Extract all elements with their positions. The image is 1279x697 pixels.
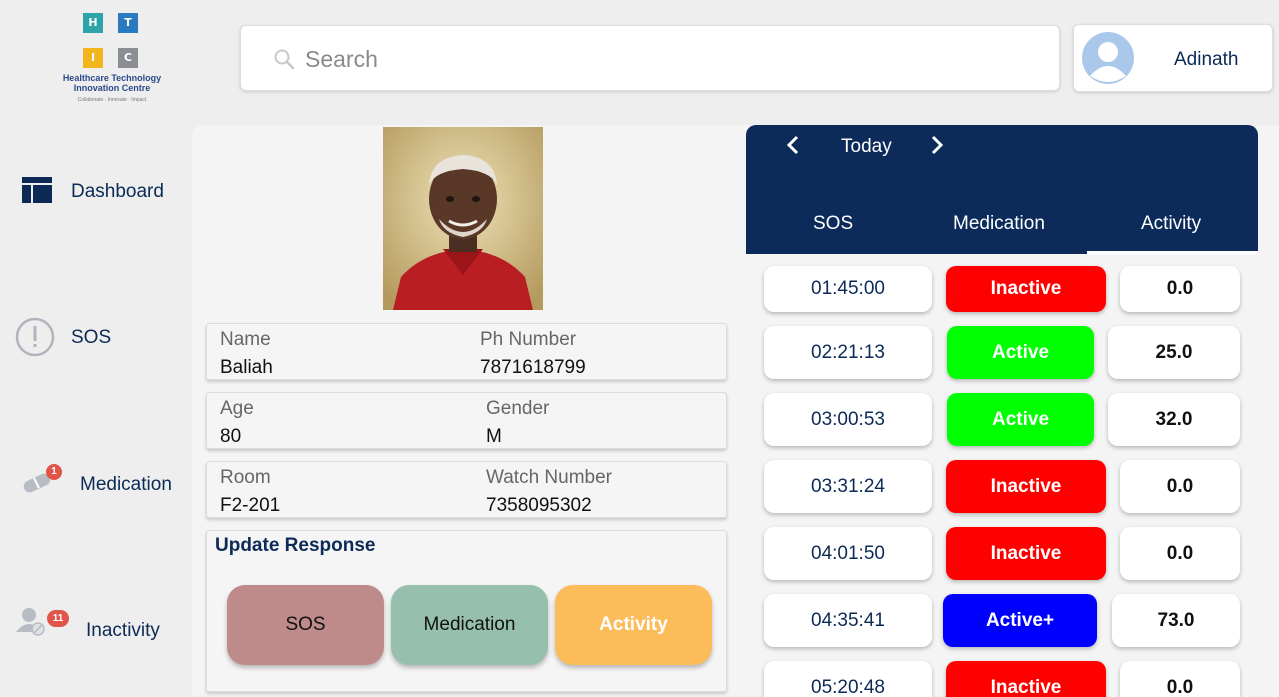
patient-photo xyxy=(383,127,543,310)
row-time: 04:35:41 xyxy=(764,594,932,647)
logo-name: Healthcare Technology Innovation Centre xyxy=(62,73,162,93)
row-status-badge: Active xyxy=(947,326,1094,379)
patient-age: 80 xyxy=(220,426,242,447)
date-label: Today xyxy=(841,136,892,157)
row-activity-value: 0.0 xyxy=(1120,460,1240,513)
row-time: 04:01:50 xyxy=(764,527,932,580)
alert-circle-icon xyxy=(15,317,55,357)
chevron-right-icon[interactable] xyxy=(930,134,944,156)
sidebar-label-dashboard: Dashboard xyxy=(71,181,164,202)
row-status-badge: Inactive xyxy=(946,527,1106,580)
age-label: Age xyxy=(220,398,254,419)
gender-label: Gender xyxy=(486,398,550,419)
sidebar-item-sos[interactable]: SOS xyxy=(14,316,174,358)
user-name: Adinath xyxy=(1174,49,1239,70)
patient-room: F2-201 xyxy=(220,495,281,516)
user-profile[interactable]: Adinath xyxy=(1073,24,1273,92)
row-status-badge: Inactive xyxy=(946,460,1106,513)
tab-medication[interactable]: Medication xyxy=(953,213,1045,235)
row-activity-value: 32.0 xyxy=(1108,393,1240,446)
room-label: Room xyxy=(220,467,271,488)
logo-tagline: Collaborate · Innovate · Impact xyxy=(77,97,147,103)
sos-response-button[interactable]: SOS xyxy=(227,585,384,665)
row-activity-value: 0.0 xyxy=(1120,527,1240,580)
update-response-title: Update Response xyxy=(215,535,376,556)
avatar-icon xyxy=(1082,32,1134,84)
sidebar-item-inactivity[interactable]: 11 Inactivity xyxy=(14,606,184,648)
sidebar-label-medication: Medication xyxy=(80,474,172,495)
active-tab-indicator xyxy=(1087,251,1258,254)
patient-gender: M xyxy=(486,426,502,447)
row-status-badge: Active+ xyxy=(943,594,1097,647)
row-time: 03:31:24 xyxy=(764,460,932,513)
sidebar-label-inactivity: Inactivity xyxy=(86,620,160,641)
tab-activity[interactable]: Activity xyxy=(1141,213,1201,235)
logo-letter-h: H xyxy=(83,13,103,33)
patient-room-watch-card: Room F2-201 Watch Number 7358095302 xyxy=(206,461,727,518)
row-time: 01:45:00 xyxy=(764,266,932,312)
row-activity-value: 0.0 xyxy=(1120,266,1240,312)
sidebar-item-dashboard[interactable]: Dashboard xyxy=(20,172,180,210)
chevron-left-icon[interactable] xyxy=(786,134,800,156)
patient-watch: 7358095302 xyxy=(486,495,592,516)
dashboard-icon xyxy=(22,177,52,203)
logo-letter-i: I xyxy=(83,48,103,68)
name-label: Name xyxy=(220,329,271,350)
update-response-panel: Update Response SOS Medication Activity xyxy=(206,530,727,692)
row-time: 03:00:53 xyxy=(764,393,932,446)
logo-letter-t: T xyxy=(118,13,138,33)
watch-label: Watch Number xyxy=(486,467,612,488)
history-header: Today SOS Medication Activity xyxy=(746,125,1258,254)
row-activity-value: 25.0 xyxy=(1108,326,1240,379)
tab-sos[interactable]: SOS xyxy=(813,213,853,235)
medication-response-button[interactable]: Medication xyxy=(391,585,548,665)
search-placeholder: Search xyxy=(305,46,378,72)
patient-name: Baliah xyxy=(220,357,273,378)
row-status-badge: Inactive xyxy=(946,661,1106,697)
row-activity-value: 0.0 xyxy=(1120,661,1240,697)
medication-count-badge: 1 xyxy=(46,464,62,480)
inactivity-count-badge: 11 xyxy=(47,610,69,627)
row-status-badge: Active xyxy=(947,393,1094,446)
inactive-user-icon xyxy=(16,608,45,636)
patient-name-phone-card: Name Baliah Ph Number 7871618799 xyxy=(206,323,727,380)
row-status-badge: Inactive xyxy=(946,266,1106,312)
row-activity-value: 73.0 xyxy=(1112,594,1240,647)
phone-label: Ph Number xyxy=(480,329,577,350)
htic-logo: H T I C Healthcare Technology Innovation… xyxy=(52,10,172,106)
patient-phone: 7871618799 xyxy=(480,357,586,378)
sidebar-label-sos: SOS xyxy=(71,327,112,348)
search-icon xyxy=(274,49,295,70)
sidebar-item-medication[interactable]: 1 Medication xyxy=(20,462,180,504)
search-bar[interactable]: Search xyxy=(240,25,1060,91)
row-time: 05:20:48 xyxy=(764,661,932,697)
logo-letter-c: C xyxy=(118,48,138,68)
patient-age-gender-card: Age 80 Gender M xyxy=(206,392,727,449)
activity-response-button[interactable]: Activity xyxy=(555,585,712,665)
row-time: 02:21:13 xyxy=(764,326,932,379)
